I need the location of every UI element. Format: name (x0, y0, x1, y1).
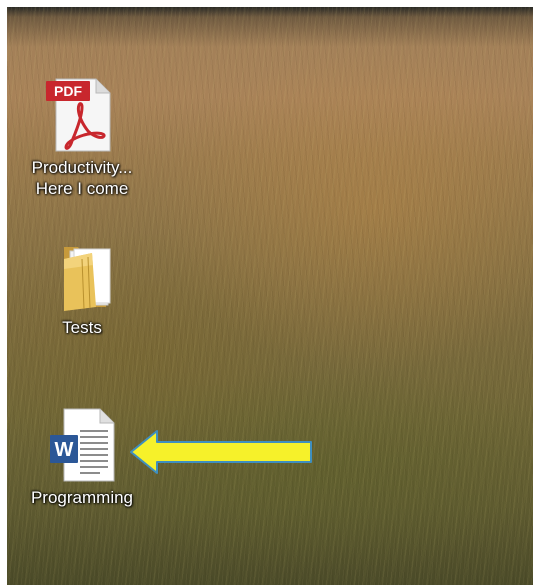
word-badge-text: W (55, 439, 74, 461)
word-document-icon-graphic: W (50, 408, 115, 482)
left-arrow-icon (130, 430, 312, 474)
pdf-file-label-line2: Here I come (35, 179, 129, 198)
folder-icon-graphic (64, 247, 111, 311)
folder-icon (44, 237, 120, 313)
annotation-arrow (127, 427, 317, 477)
folder-label: Tests (62, 317, 102, 338)
word-document-label-line1: Programming (30, 488, 134, 507)
word-document-label: Programming (31, 487, 133, 508)
pdf-file-icon: PDF (44, 77, 120, 153)
pdf-badge-text: PDF (54, 83, 82, 99)
desktop-icon-pdf[interactable]: PDF Productivity... Here I come (12, 77, 152, 199)
desktop-icon-folder[interactable]: Tests (12, 237, 152, 338)
word-document-icon: W (44, 407, 120, 483)
pdf-file-icon-graphic: PDF (46, 78, 111, 152)
desktop[interactable]: PDF Productivity... Here I come Tests W … (7, 7, 533, 585)
folder-label-line1: Tests (62, 318, 102, 337)
pdf-file-label: Productivity... Here I come (32, 157, 133, 199)
pdf-file-label-line1: Productivity... (31, 158, 133, 177)
